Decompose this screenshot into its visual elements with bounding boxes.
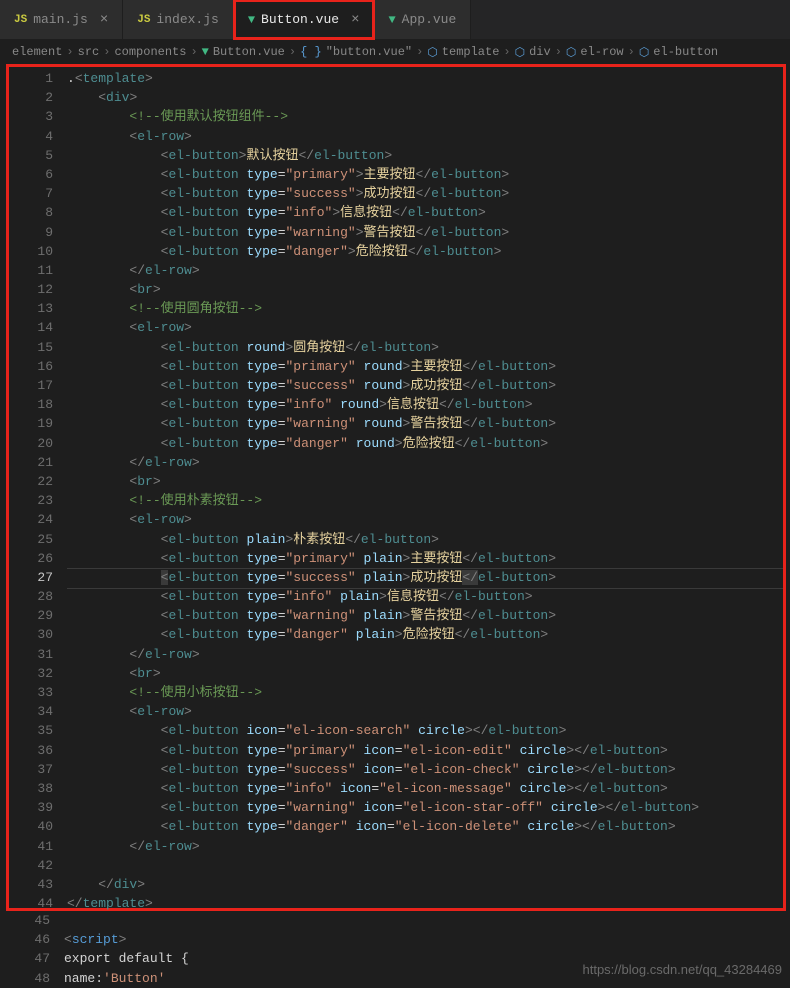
code-area[interactable]: .<template> <div> <!--使用默认按钮组件--> <el-ro…: [67, 67, 783, 908]
breadcrumb-item[interactable]: src: [78, 45, 100, 59]
breadcrumb-item[interactable]: components: [114, 45, 186, 59]
symbol-icon: ⬡: [427, 45, 437, 60]
symbol-icon: ⬡: [515, 45, 525, 60]
code-line[interactable]: <el-button type="danger" icon="el-icon-d…: [67, 817, 783, 836]
code-line[interactable]: <el-button round>圆角按钮</el-button>: [67, 338, 783, 357]
tab-index-js[interactable]: JS index.js: [123, 0, 234, 39]
js-icon: JS: [137, 14, 150, 26]
breadcrumb-item[interactable]: el-row: [580, 45, 623, 59]
code-line[interactable]: <el-button type="danger">危险按钮</el-button…: [67, 242, 783, 261]
code-line[interactable]: <div>: [67, 88, 783, 107]
tab-label: index.js: [156, 12, 218, 27]
code-line[interactable]: <el-button type="warning" plain>警告按钮</el…: [67, 606, 783, 625]
code-line[interactable]: </div>: [67, 875, 783, 894]
code-line[interactable]: <el-button type="primary" plain>主要按钮</el…: [67, 549, 783, 568]
code-line[interactable]: <el-button type="info" icon="el-icon-mes…: [67, 779, 783, 798]
code-line[interactable]: </template>: [67, 894, 783, 913]
code-line[interactable]: <el-button type="primary">主要按钮</el-butto…: [67, 165, 783, 184]
code-line[interactable]: <el-row>: [67, 510, 783, 529]
code-line[interactable]: <br>: [67, 280, 783, 299]
tab-label: Button.vue: [261, 12, 339, 27]
breadcrumb[interactable]: element› src› components› ▼ Button.vue› …: [0, 40, 790, 64]
code-line[interactable]: <el-button type="success" plain>成功按钮</el…: [67, 568, 783, 587]
tab-app-vue[interactable]: ▼ App.vue: [374, 0, 471, 39]
symbol-icon: ⬡: [639, 45, 649, 60]
tab-label: main.js: [33, 12, 88, 27]
code-line[interactable]: <el-button type="danger" round>危险按钮</el-…: [67, 434, 783, 453]
code-line[interactable]: </el-row>: [67, 645, 783, 664]
editor-highlighted-region: 1234567891011121314151617181920212223242…: [6, 64, 786, 911]
breadcrumb-item[interactable]: Button.vue: [213, 45, 285, 59]
code-line[interactable]: <el-row>: [67, 127, 783, 146]
code-line[interactable]: <br>: [67, 472, 783, 491]
vue-icon: ▼: [248, 13, 255, 27]
tab-bar: JS main.js × JS index.js ▼ Button.vue × …: [0, 0, 790, 40]
code-line[interactable]: <el-button type="info" round>信息按钮</el-bu…: [67, 395, 783, 414]
js-icon: JS: [14, 14, 27, 26]
code-line[interactable]: <el-button type="success" round>成功按钮</el…: [67, 376, 783, 395]
code-line[interactable]: <el-button plain>朴素按钮</el-button>: [67, 530, 783, 549]
code-line: export default {: [64, 949, 189, 968]
tab-main-js[interactable]: JS main.js ×: [0, 0, 123, 39]
breadcrumb-item[interactable]: "button.vue": [326, 45, 412, 59]
symbol-icon: ⬡: [566, 45, 576, 60]
code-line[interactable]: <el-button type="success" icon="el-icon-…: [67, 760, 783, 779]
code-line[interactable]: <el-row>: [67, 318, 783, 337]
breadcrumb-item[interactable]: element: [12, 45, 62, 59]
breadcrumb-item[interactable]: el-button: [653, 45, 718, 59]
code-line[interactable]: </el-row>: [67, 261, 783, 280]
tab-label: App.vue: [402, 12, 457, 27]
vue-icon: ▼: [388, 13, 395, 27]
code-line[interactable]: <el-button icon="el-icon-search" circle>…: [67, 721, 783, 740]
code-line[interactable]: <el-button type="warning">警告按钮</el-butto…: [67, 223, 783, 242]
braces-icon: { }: [300, 45, 322, 59]
code-line[interactable]: <!--使用小标按钮-->: [67, 683, 783, 702]
code-line[interactable]: <!--使用圆角按钮-->: [67, 299, 783, 318]
code-line[interactable]: </el-row>: [67, 837, 783, 856]
close-icon[interactable]: ×: [100, 12, 108, 28]
watermark: https://blog.csdn.net/qq_43284469: [583, 962, 783, 977]
code-line[interactable]: <el-button type="primary" round>主要按钮</el…: [67, 357, 783, 376]
code-line: <script>: [64, 930, 126, 949]
close-icon[interactable]: ×: [351, 12, 359, 28]
code-line[interactable]: <el-button type="primary" icon="el-icon-…: [67, 741, 783, 760]
code-line[interactable]: <el-button>默认按钮</el-button>: [67, 146, 783, 165]
code-line[interactable]: <el-row>: [67, 702, 783, 721]
breadcrumb-item[interactable]: template: [442, 45, 500, 59]
breadcrumb-item[interactable]: div: [529, 45, 551, 59]
code-line[interactable]: <el-button type="info">信息按钮</el-button>: [67, 203, 783, 222]
code-line[interactable]: <!--使用朴素按钮-->: [67, 491, 783, 510]
code-line[interactable]: <el-button type="success">成功按钮</el-butto…: [67, 184, 783, 203]
code-line[interactable]: <el-button type="warning" round>警告按钮</el…: [67, 414, 783, 433]
code-line[interactable]: <el-button type="warning" icon="el-icon-…: [67, 798, 783, 817]
code-line: name:'Button': [64, 969, 165, 988]
code-line[interactable]: <el-button type="info" plain>信息按钮</el-bu…: [67, 587, 783, 606]
tab-button-vue[interactable]: ▼ Button.vue ×: [234, 0, 375, 39]
code-line[interactable]: </el-row>: [67, 453, 783, 472]
code-line[interactable]: <!--使用默认按钮组件-->: [67, 107, 783, 126]
code-line[interactable]: [67, 856, 783, 875]
code-line[interactable]: .<template>: [67, 69, 783, 88]
line-number-gutter: 1234567891011121314151617181920212223242…: [9, 67, 67, 908]
code-line[interactable]: <br>: [67, 664, 783, 683]
code-editor[interactable]: 1234567891011121314151617181920212223242…: [9, 67, 783, 908]
vue-icon: ▼: [202, 45, 209, 59]
code-line[interactable]: <el-button type="danger" plain>危险按钮</el-…: [67, 625, 783, 644]
